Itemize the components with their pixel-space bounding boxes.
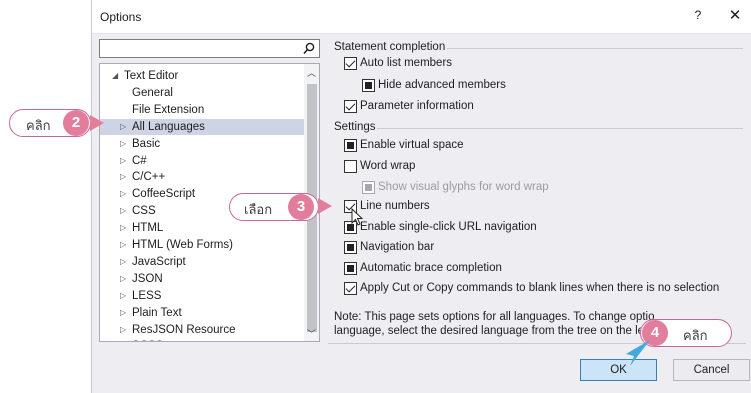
tree-item-text-editor[interactable]: ◢ Text Editor (100, 68, 304, 84)
step-3-text: เลือก (244, 203, 273, 218)
cancel-button[interactable]: Cancel (673, 359, 750, 381)
divider (447, 48, 743, 49)
expand-arrow-icon[interactable]: ▷ (120, 136, 126, 152)
collapse-arrow-icon[interactable]: ◢ (112, 68, 118, 84)
expand-arrow-icon[interactable]: ▷ (120, 271, 126, 287)
expand-arrow-icon[interactable]: ▷ (120, 338, 126, 341)
expand-arrow-icon[interactable]: ▷ (120, 169, 126, 185)
tree-item-label: LESS (132, 289, 162, 302)
tree-item-label: Basic (132, 137, 161, 150)
expand-arrow-icon[interactable]: ▷ (120, 322, 126, 338)
tree-item-label: File Extension (132, 103, 205, 116)
scroll-up-icon[interactable]: ︿ (304, 66, 319, 78)
hide-advanced-members-label: Hide advanced members (378, 79, 506, 91)
tree-item-label: Plain Text (132, 306, 182, 319)
tree-item-label: C# (132, 154, 147, 167)
parameter-information-checkbox[interactable] (344, 100, 357, 113)
settings-header: Settings (334, 121, 376, 133)
parameter-information-label: Parameter information (360, 100, 474, 112)
tree-item-c[interactable]: ▷ C# (100, 153, 304, 169)
expand-arrow-icon[interactable]: ▷ (120, 119, 126, 135)
tree-item-json[interactable]: ▷ JSON (100, 271, 304, 287)
step-3-badge: 3 (288, 194, 314, 220)
expand-arrow-icon[interactable]: ▷ (120, 305, 126, 321)
expand-arrow-icon[interactable]: ▷ (120, 153, 126, 169)
tree-item-label: All Languages (132, 120, 205, 133)
expand-arrow-icon[interactable]: ▷ (120, 254, 126, 270)
tree-item-label: JSON (132, 272, 163, 285)
tree-item-label: ResJSON Resource (132, 323, 236, 336)
apply-cut-copy-checkbox[interactable] (344, 282, 357, 295)
search-input[interactable] (100, 40, 300, 57)
search-box (99, 39, 320, 58)
tree-item-label: CSS (132, 205, 156, 218)
step-2-pointer-icon (90, 115, 104, 131)
step-4-text: คลิก (683, 329, 708, 344)
navigation-bar-label: Navigation bar (360, 241, 435, 253)
tree-item-javascript[interactable]: ▷ JavaScript (100, 254, 304, 270)
mouse-cursor-icon (351, 208, 363, 226)
statement-completion-header: Statement completion (334, 41, 446, 53)
expand-arrow-icon[interactable]: ▷ (120, 186, 126, 202)
enable-virtual-space-label: Enable virtual space (360, 139, 464, 151)
tree-item-general[interactable]: General (100, 85, 304, 101)
word-wrap-label: Word wrap (360, 160, 416, 172)
auto-list-members-checkbox[interactable] (344, 57, 357, 70)
expand-arrow-icon[interactable]: ▷ (120, 237, 126, 253)
expand-arrow-icon[interactable]: ▷ (120, 288, 126, 304)
divider (377, 128, 743, 129)
hide-advanced-members-checkbox[interactable] (362, 79, 375, 92)
step-2-text: คลิก (26, 119, 51, 134)
step-2-badge: 2 (63, 110, 89, 136)
tree-item-label: Text Editor (124, 70, 179, 82)
tree-item-plain-text[interactable]: ▷ Plain Text (100, 305, 304, 321)
tree-item-html[interactable]: ▷ HTML (100, 220, 304, 236)
navigation-bar-checkbox[interactable] (344, 241, 357, 254)
line-numbers-label: Line numbers (360, 200, 430, 212)
expand-arrow-icon[interactable]: ▷ (120, 203, 126, 219)
tree-item-file-extension[interactable]: File Extension (100, 102, 304, 118)
word-wrap-checkbox[interactable] (344, 160, 357, 173)
single-click-url-label: Enable single-click URL navigation (360, 221, 537, 233)
tree-item-resjson-resource[interactable]: ▷ ResJSON Resource (100, 322, 304, 338)
show-visual-glyphs-label: Show visual glyphs for word wrap (378, 181, 549, 193)
title-bar: Options ? ✕ (92, 0, 751, 34)
tree-item-less[interactable]: ▷ LESS (100, 288, 304, 304)
tree-item-label: HTML (Web Forms) (132, 239, 233, 251)
help-button[interactable]: ? (690, 8, 706, 26)
tree-item-scss[interactable]: ▷ SCSS (100, 338, 304, 341)
brace-completion-label: Automatic brace completion (360, 262, 502, 274)
tree-item-all-languages[interactable]: ▷ All Languages (100, 118, 304, 135)
step-4-pointer-icon (626, 340, 650, 366)
dialog-title: Options (100, 10, 142, 24)
scroll-down-icon[interactable]: ﹀ (304, 327, 319, 339)
tree-item-html-web-forms[interactable]: ▷ HTML (Web Forms) (100, 237, 304, 253)
tree-item-basic[interactable]: ▷ Basic (100, 136, 304, 152)
show-visual-glyphs-checkbox (362, 181, 375, 194)
step-3-pointer-icon (318, 198, 332, 214)
tree-item-label: General (132, 86, 173, 99)
tree-item-label: CoffeeScript (132, 188, 196, 201)
tree-item-c-c[interactable]: ▷ C/C++ (100, 169, 304, 185)
enable-virtual-space-checkbox[interactable] (344, 139, 357, 152)
close-button[interactable]: ✕ (726, 6, 744, 26)
tree-item-label: C/C++ (132, 171, 166, 184)
tree-item-label: SCSS (132, 338, 163, 341)
expand-arrow-icon[interactable]: ▷ (120, 220, 126, 236)
apply-cut-copy-label: Apply Cut or Copy commands to blank line… (360, 282, 720, 294)
auto-list-members-label: Auto list members (360, 57, 453, 69)
brace-completion-checkbox[interactable] (344, 262, 357, 275)
search-icon[interactable] (303, 42, 315, 55)
tree-item-label: JavaScript (132, 255, 186, 268)
tree-item-label: HTML (132, 222, 164, 235)
